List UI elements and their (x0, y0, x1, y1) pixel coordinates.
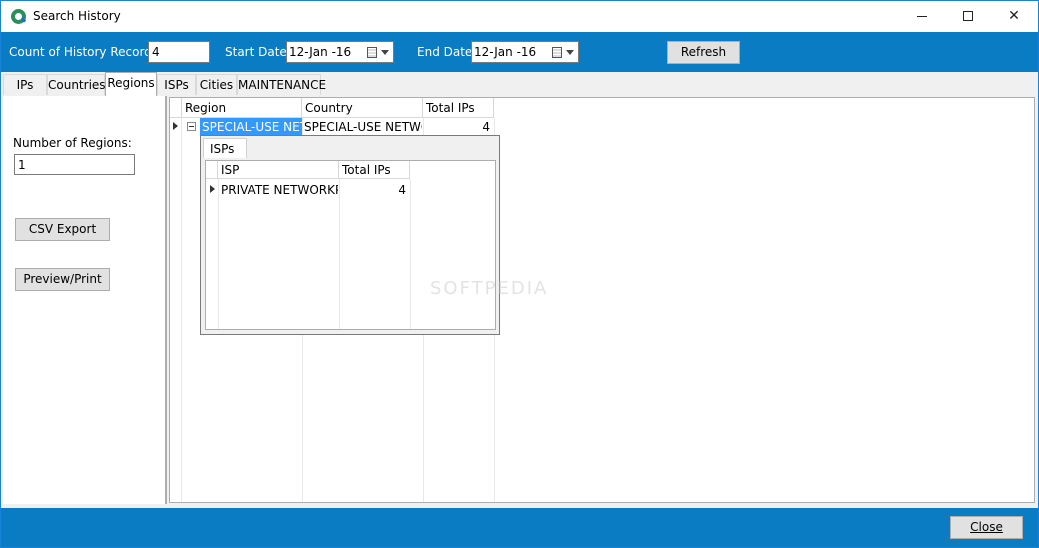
country-column-header[interactable]: Country (302, 98, 423, 118)
start-date-value: 12-Jan -16 (289, 45, 352, 59)
number-of-regions-label: Number of Regions: (13, 136, 132, 150)
isp-cell[interactable]: PRIVATE NETWORKP CL (221, 183, 338, 197)
end-date-label: End Date: (417, 45, 477, 59)
row-indicator-header (170, 98, 182, 118)
regions-grid[interactable]: Region Country Total IPs SPECIAL-USE NET… (169, 97, 1035, 503)
isp-column-header[interactable]: ISP (218, 161, 339, 179)
app-logo-icon (11, 9, 26, 24)
total-ips-column-header[interactable]: Total IPs (423, 98, 494, 118)
footer-bar: Close (1, 508, 1038, 547)
close-button[interactable]: Close (950, 516, 1023, 539)
minimize-button[interactable] (899, 1, 945, 32)
start-date-label: Start Date: (225, 45, 291, 59)
current-row-arrow-icon (173, 122, 178, 130)
detail-total-ips-column-header[interactable]: Total IPs (339, 161, 410, 179)
regions-side-panel: Number of Regions: 1 CSV Export Preview/… (3, 96, 167, 504)
column-divider (218, 179, 219, 329)
maximize-button[interactable] (945, 1, 991, 32)
close-window-button[interactable]: ✕ (991, 1, 1037, 32)
column-divider (339, 179, 340, 329)
isps-detail-panel: ISPs ISP Total IPs PRIVATE NETWORKP CL 4 (200, 135, 500, 335)
detail-total-ips-cell[interactable]: 4 (342, 183, 406, 197)
title-bar[interactable]: Search History ✕ (1, 1, 1038, 32)
close-icon: ✕ (1008, 8, 1020, 24)
chevron-down-icon[interactable] (566, 50, 574, 55)
tab-isps[interactable]: ISPs (157, 74, 196, 95)
tab-detail-isps[interactable]: ISPs (203, 138, 247, 158)
tab-countries[interactable]: Countries (47, 74, 106, 95)
watermark: SOFTPEDIA (430, 278, 549, 299)
tab-cities[interactable]: Cities (196, 74, 237, 95)
column-divider (181, 118, 182, 502)
end-date-value: 12-Jan -16 (474, 45, 537, 59)
start-date-picker[interactable]: 12-Jan -16 (286, 41, 394, 63)
maximize-icon (963, 11, 973, 21)
filter-toolbar: Count of History Records: 4 Start Date: … (1, 32, 1038, 72)
count-records-label: Count of History Records: (9, 45, 163, 59)
region-column-header[interactable]: Region (182, 98, 302, 118)
chevron-down-icon[interactable] (381, 50, 389, 55)
calendar-icon[interactable] (552, 47, 562, 58)
isps-detail-grid[interactable]: ISP Total IPs PRIVATE NETWORKP CL 4 (205, 160, 496, 330)
column-divider (410, 179, 411, 329)
total-ips-cell[interactable]: 4 (426, 120, 490, 134)
end-date-picker[interactable]: 12-Jan -16 (471, 41, 579, 63)
row-indicator-header (206, 161, 218, 179)
count-records-input[interactable]: 4 (148, 41, 210, 63)
tab-maintenance[interactable]: MAINTENANCE (237, 74, 326, 95)
tab-regions[interactable]: Regions (105, 72, 157, 96)
collapse-row-icon[interactable] (187, 122, 196, 131)
calendar-icon[interactable] (367, 47, 377, 58)
window-title: Search History (33, 9, 121, 23)
minimize-icon (917, 15, 927, 17)
refresh-button[interactable]: Refresh (667, 41, 740, 64)
search-history-window: Search History ✕ Count of History Record… (0, 0, 1039, 548)
number-of-regions-field[interactable]: 1 (14, 154, 135, 175)
tab-ips[interactable]: IPs (3, 74, 47, 95)
current-row-arrow-icon (210, 185, 215, 193)
region-cell[interactable]: SPECIAL-USE NETWORK (200, 118, 302, 136)
preview-print-button[interactable]: Preview/Print (15, 268, 110, 291)
csv-export-button[interactable]: CSV Export (15, 218, 110, 241)
country-cell[interactable]: SPECIAL-USE NETWORK (304, 120, 422, 134)
